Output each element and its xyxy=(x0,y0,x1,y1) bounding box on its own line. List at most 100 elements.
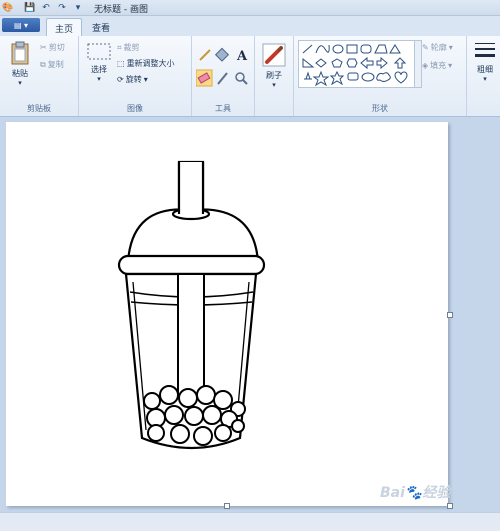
size-dropdown-icon[interactable]: ▾ xyxy=(473,75,497,83)
select-label: 选择 xyxy=(91,65,107,74)
file-menu-button[interactable]: ▤ ▾ xyxy=(2,18,40,32)
rotate-button[interactable]: ⟳ 旋转 ▾ xyxy=(117,74,148,85)
outline-dropdown-icon[interactable]: ▾ xyxy=(449,43,453,52)
undo-icon[interactable]: ↶ xyxy=(40,2,52,13)
copy-icon: ⧉ xyxy=(40,59,46,69)
arrow-up-shape-icon[interactable] xyxy=(393,57,407,69)
fill-button[interactable]: ◈ 填充 ▾ xyxy=(422,60,452,71)
resize-label: 重新调整大小 xyxy=(126,59,175,68)
rectangle-shape-icon[interactable] xyxy=(346,44,358,54)
outline-button[interactable]: ✎ 轮廓 ▾ xyxy=(422,42,453,53)
rotate-label: 旋转 xyxy=(125,75,142,84)
rotate-dropdown-icon[interactable]: ▾ xyxy=(144,75,148,84)
title-bar: 🎨 💾 ↶ ↷ ▾ 无标题 - 画图 xyxy=(0,0,500,16)
outline-label: 轮廓 xyxy=(430,43,447,52)
arrow-left-shape-icon[interactable] xyxy=(376,56,388,70)
tab-home[interactable]: 主页 xyxy=(46,18,83,37)
star5-shape-icon[interactable] xyxy=(312,70,330,87)
shapes-gallery-scroll[interactable] xyxy=(414,40,422,88)
size-group[interactable]: 粗细 ▾ xyxy=(467,36,500,116)
crop-icon: ⌗ xyxy=(117,42,122,52)
size-button[interactable]: 粗细 ▾ xyxy=(473,40,497,83)
tools-grid: A xyxy=(196,47,248,87)
line-width-icon xyxy=(475,43,495,57)
shapes-group-label: 形状 xyxy=(372,104,388,113)
paste-icon xyxy=(11,41,29,65)
save-icon[interactable]: 💾 xyxy=(24,2,36,13)
image-group-label: 图像 xyxy=(127,104,143,113)
star6-shape-icon[interactable] xyxy=(329,70,345,86)
tab-view[interactable]: 查看 xyxy=(84,18,118,36)
canvas-resize-handle-corner[interactable] xyxy=(447,503,453,509)
paste-dropdown-icon[interactable]: ▾ xyxy=(6,79,34,87)
copy-button[interactable]: ⧉ 复制 xyxy=(40,59,64,70)
clipboard-group-label: 剪贴板 xyxy=(27,104,51,113)
callout-oval-shape-icon[interactable] xyxy=(361,72,375,82)
rounded-rectangle-shape-icon[interactable] xyxy=(360,44,372,54)
crop-button[interactable]: ⌗ 裁剪 xyxy=(117,42,140,53)
right-triangle-shape-icon[interactable] xyxy=(302,57,315,68)
brushes-button[interactable]: 刷子 ▾ xyxy=(260,42,288,89)
magnifier-icon[interactable] xyxy=(235,72,248,85)
ribbon-tab-row: ▤ ▾ 主页 查看 xyxy=(0,16,500,37)
watermark: Bai🐾经验 xyxy=(380,485,451,501)
cut-button[interactable]: ✂ 剪切 xyxy=(40,42,65,53)
bubble-tea-drawing xyxy=(117,160,266,450)
callout-cloud-shape-icon[interactable] xyxy=(376,72,391,82)
arrow-down-shape-icon[interactable] xyxy=(304,71,312,80)
fill-icon: ◈ xyxy=(422,61,429,70)
select-icon xyxy=(87,43,111,60)
heart-shape-icon[interactable] xyxy=(394,71,408,84)
paint-app-icon: 🎨 xyxy=(2,2,14,13)
crop-label: 裁剪 xyxy=(123,43,140,52)
polygon-shape-icon[interactable] xyxy=(374,44,388,54)
cup-rim xyxy=(117,254,266,276)
cut-label: 剪切 xyxy=(48,43,65,52)
tools-group: A 工具 xyxy=(192,36,255,116)
redo-icon[interactable]: ↷ xyxy=(56,2,68,13)
curve-shape-icon[interactable] xyxy=(315,44,330,54)
size-label: 粗细 xyxy=(477,65,493,74)
pencil-icon[interactable] xyxy=(199,49,211,61)
oval-shape-icon[interactable] xyxy=(332,44,344,54)
resize-button[interactable]: ⬚ 重新调整大小 xyxy=(117,58,175,69)
fill-dropdown-icon[interactable]: ▾ xyxy=(448,61,452,70)
hexagon-shape-icon[interactable] xyxy=(346,58,358,68)
color-picker-icon[interactable] xyxy=(217,72,228,85)
customize-quick-access-icon[interactable]: ▾ xyxy=(72,2,84,13)
pentagon-shape-icon[interactable] xyxy=(331,58,343,68)
brushes-dropdown-icon[interactable]: ▾ xyxy=(260,81,288,89)
canvas-resize-handle-right[interactable] xyxy=(447,312,453,318)
window-title: 无标题 - 画图 xyxy=(94,5,148,15)
select-dropdown-icon[interactable]: ▾ xyxy=(83,75,115,83)
brushes-label: 刷子 xyxy=(266,71,282,80)
text-tool-icon[interactable]: A xyxy=(236,49,248,64)
shapes-gallery[interactable] xyxy=(298,40,416,88)
tapioca-pearls xyxy=(143,385,246,446)
line-shape-icon[interactable] xyxy=(302,44,313,54)
canvas-resize-handle-bottom[interactable] xyxy=(224,503,230,509)
scissors-icon: ✂ xyxy=(40,43,47,52)
tools-group-label: 工具 xyxy=(215,104,231,113)
ribbon: 粘贴 ▾ ✂ 剪切 ⧉ 复制 剪贴板 选择 ▾ ⌗ 裁剪 ⬚ 重新调整大小 ⟳ … xyxy=(0,36,500,117)
brushes-group[interactable]: 刷子 ▾ xyxy=(255,36,294,116)
outline-icon: ✎ xyxy=(422,43,429,52)
resize-icon: ⬚ xyxy=(117,59,125,68)
diamond-shape-icon[interactable] xyxy=(315,58,327,68)
arrow-right-shape-icon[interactable] xyxy=(360,56,374,70)
straw-top-fill xyxy=(179,162,203,214)
paste-button[interactable]: 粘贴 ▾ xyxy=(6,40,34,87)
drawing-canvas[interactable] xyxy=(6,122,448,506)
horizontal-scrollbar[interactable] xyxy=(0,512,500,531)
straw-inside xyxy=(177,273,205,399)
triangle-shape-icon[interactable] xyxy=(389,44,401,54)
callout-rounded-shape-icon[interactable] xyxy=(347,72,359,81)
select-button[interactable]: 选择 ▾ xyxy=(83,42,115,83)
image-group: 选择 ▾ ⌗ 裁剪 ⬚ 重新调整大小 ⟳ 旋转 ▾ 图像 xyxy=(79,36,192,116)
copy-label: 复制 xyxy=(47,60,64,69)
fill-bucket-icon[interactable] xyxy=(214,47,230,62)
fill-label: 填充 xyxy=(430,61,447,70)
rotate-icon: ⟳ xyxy=(117,75,124,84)
paste-label: 粘贴 xyxy=(12,69,28,78)
brush-icon xyxy=(262,43,286,67)
